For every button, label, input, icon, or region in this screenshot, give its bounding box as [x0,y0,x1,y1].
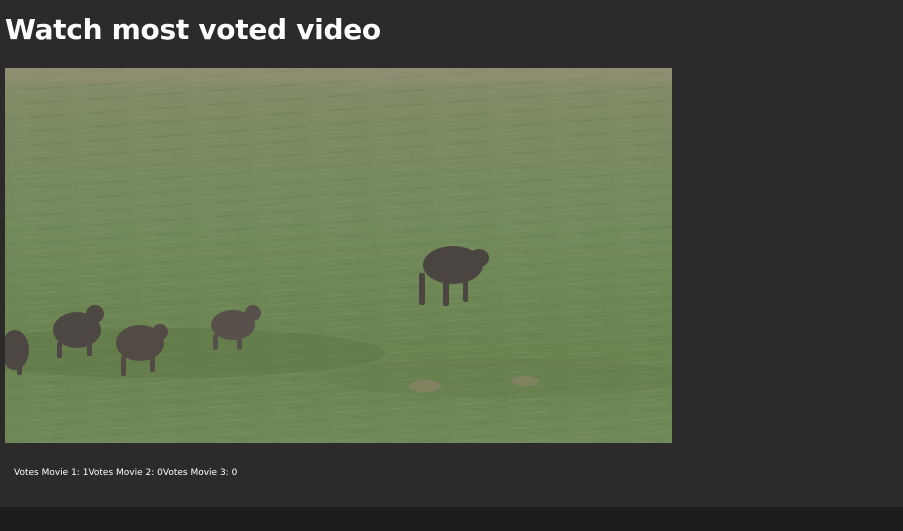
video-frame-image [5,68,672,443]
bottom-bar [0,507,903,531]
votes-movie-3-label: Votes Movie 3: [162,468,232,478]
votes-movie-3-count: 0 [231,468,238,478]
votes-summary: Votes Movie 1: 1Votes Movie 2: 0Votes Mo… [14,467,237,479]
votes-movie-1-label: Votes Movie 1: [14,468,83,478]
video-player[interactable] [5,68,672,443]
votes-movie-2-label: Votes Movie 2: [88,468,158,478]
page-title: Watch most voted video [5,13,381,46]
